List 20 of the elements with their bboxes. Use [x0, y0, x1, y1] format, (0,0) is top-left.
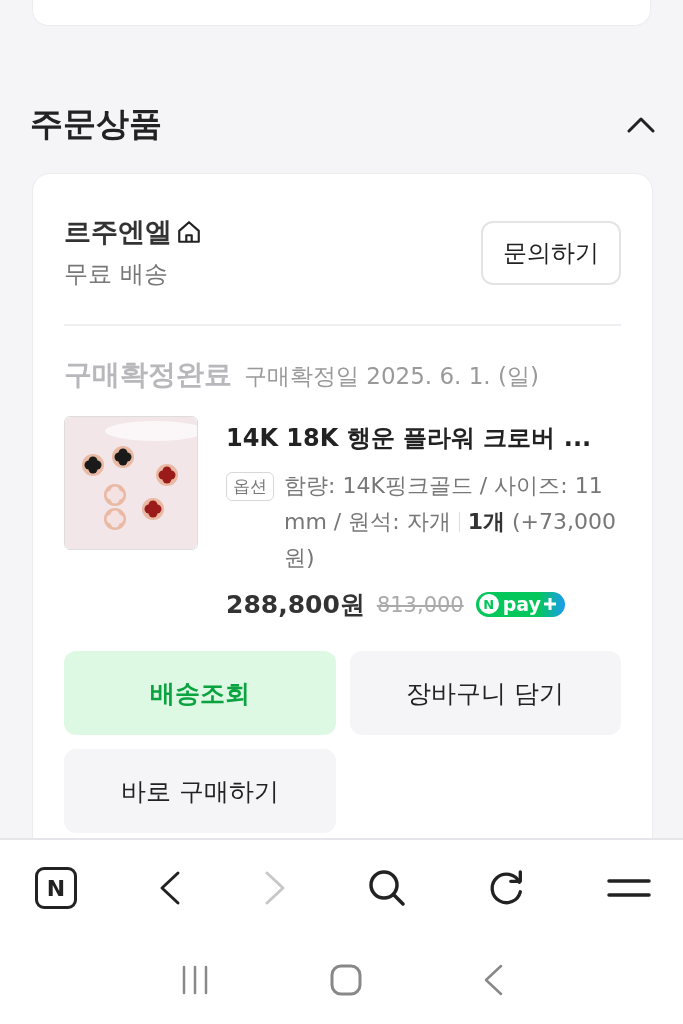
- search-icon[interactable]: [367, 868, 408, 908]
- action-button[interactable]: 바로 구매하기: [64, 749, 336, 833]
- inquiry-button[interactable]: 문의하기: [481, 221, 621, 285]
- option-text: 함량: 14K핑크골드 / 사이즈: 11mm / 원석: 자개 1개 (+73,000원): [284, 472, 617, 572]
- section-title: 주문상품: [30, 103, 162, 145]
- npay-badge: N pay: [475, 592, 565, 617]
- product-title[interactable]: 14K 18K 행운 플라워 크로버 ...: [226, 422, 621, 454]
- confirm-date: 구매확정일 2025. 6. 1. (일): [244, 362, 539, 391]
- action-button[interactable]: 장바구니 담기: [349, 651, 621, 735]
- price: 288,800원: [226, 589, 365, 621]
- original-price: 813,000: [376, 592, 464, 617]
- chevron-up-icon[interactable]: [627, 115, 655, 134]
- seller-name[interactable]: 르주엔엘: [64, 214, 172, 250]
- home-button-icon[interactable]: [330, 964, 363, 996]
- shipping-label: 무료 배송: [64, 259, 169, 290]
- logo-icon[interactable]: N: [35, 867, 77, 909]
- home-icon[interactable]: [176, 219, 202, 245]
- option-badge: 옵션: [226, 472, 274, 501]
- menu-icon[interactable]: [607, 878, 651, 898]
- order-status: 구매확정완료: [64, 357, 232, 393]
